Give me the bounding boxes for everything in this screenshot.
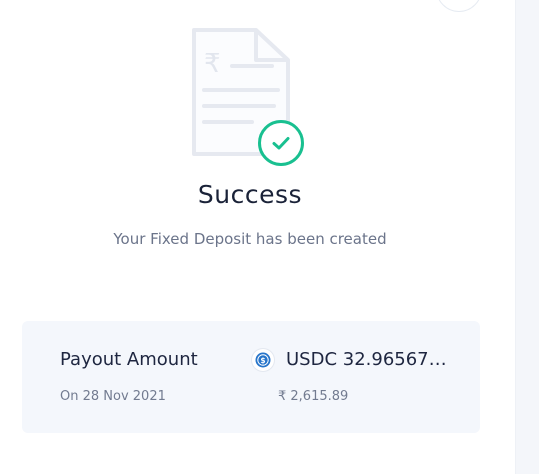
payout-fiat-value: ₹ 2,615.89 — [278, 389, 349, 404]
right-scroll-rail — [515, 0, 539, 474]
usdc-coin-icon: $ — [252, 349, 274, 371]
check-circle-icon — [258, 120, 304, 166]
payout-amount-label: Payout Amount — [60, 349, 198, 370]
close-button[interactable] — [436, 0, 482, 12]
svg-text:$: $ — [260, 356, 265, 365]
svg-text:₹: ₹ — [204, 49, 221, 79]
success-message: Your Fixed Deposit has been created — [113, 230, 387, 248]
payout-date: On 28 Nov 2021 — [60, 389, 166, 404]
payout-card: Payout Amount On 28 Nov 2021 $ USDC 32.9… — [22, 321, 480, 433]
success-title: Success — [197, 180, 303, 209]
payout-amount-value: USDC 32.96567… — [286, 349, 447, 370]
success-illustration: ₹ — [186, 22, 312, 172]
